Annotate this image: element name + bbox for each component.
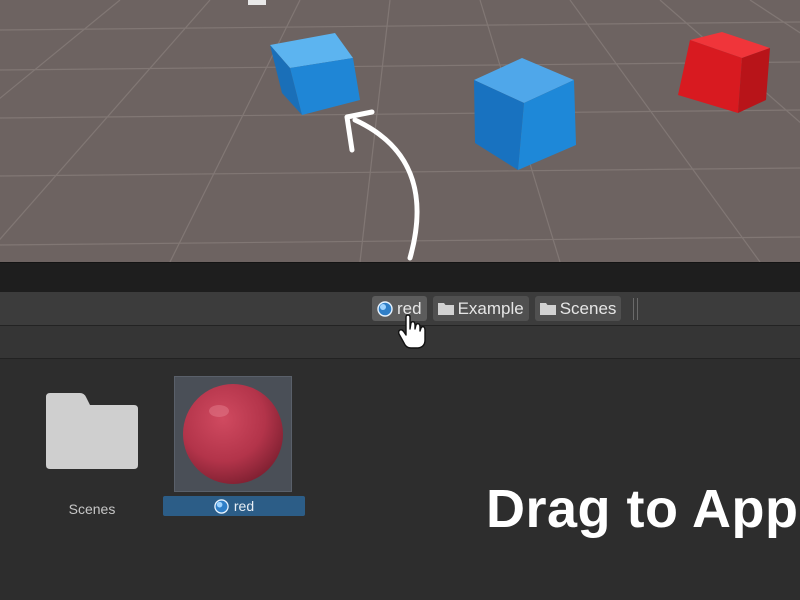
folder-icon [40,389,144,473]
asset-thumbnail[interactable] [174,376,292,492]
material-sphere-icon [377,300,393,317]
breadcrumb-label: Scenes [559,298,617,318]
breadcrumb-item-scenes[interactable]: Scenes [534,296,622,321]
blue-cube-small[interactable] [270,33,360,115]
breadcrumb-label: Example [457,298,524,318]
tutorial-caption: Drag to App [486,479,799,539]
asset-label: Scenes [68,501,116,517]
breadcrumb-separator[interactable] [633,297,639,320]
gizmo-marker [248,0,266,5]
red-cube[interactable] [678,32,770,113]
hand-cursor-icon [397,314,426,355]
scene-grid [0,0,800,262]
folder-icon [539,302,556,315]
breadcrumb-item-example[interactable]: Example [432,296,529,321]
drag-arrow [344,109,420,261]
blue-cube-large[interactable] [474,58,576,170]
asset-item-red[interactable]: red [163,376,305,516]
material-sphere-icon [175,377,291,491]
material-sphere-icon [214,498,229,514]
asset-label-selected: red [163,496,305,516]
panel-divider [0,262,800,293]
scene-view[interactable] [0,0,800,262]
folder-icon [437,302,454,315]
asset-label: red [233,498,255,514]
asset-item-scenes[interactable]: Scenes [40,389,144,517]
